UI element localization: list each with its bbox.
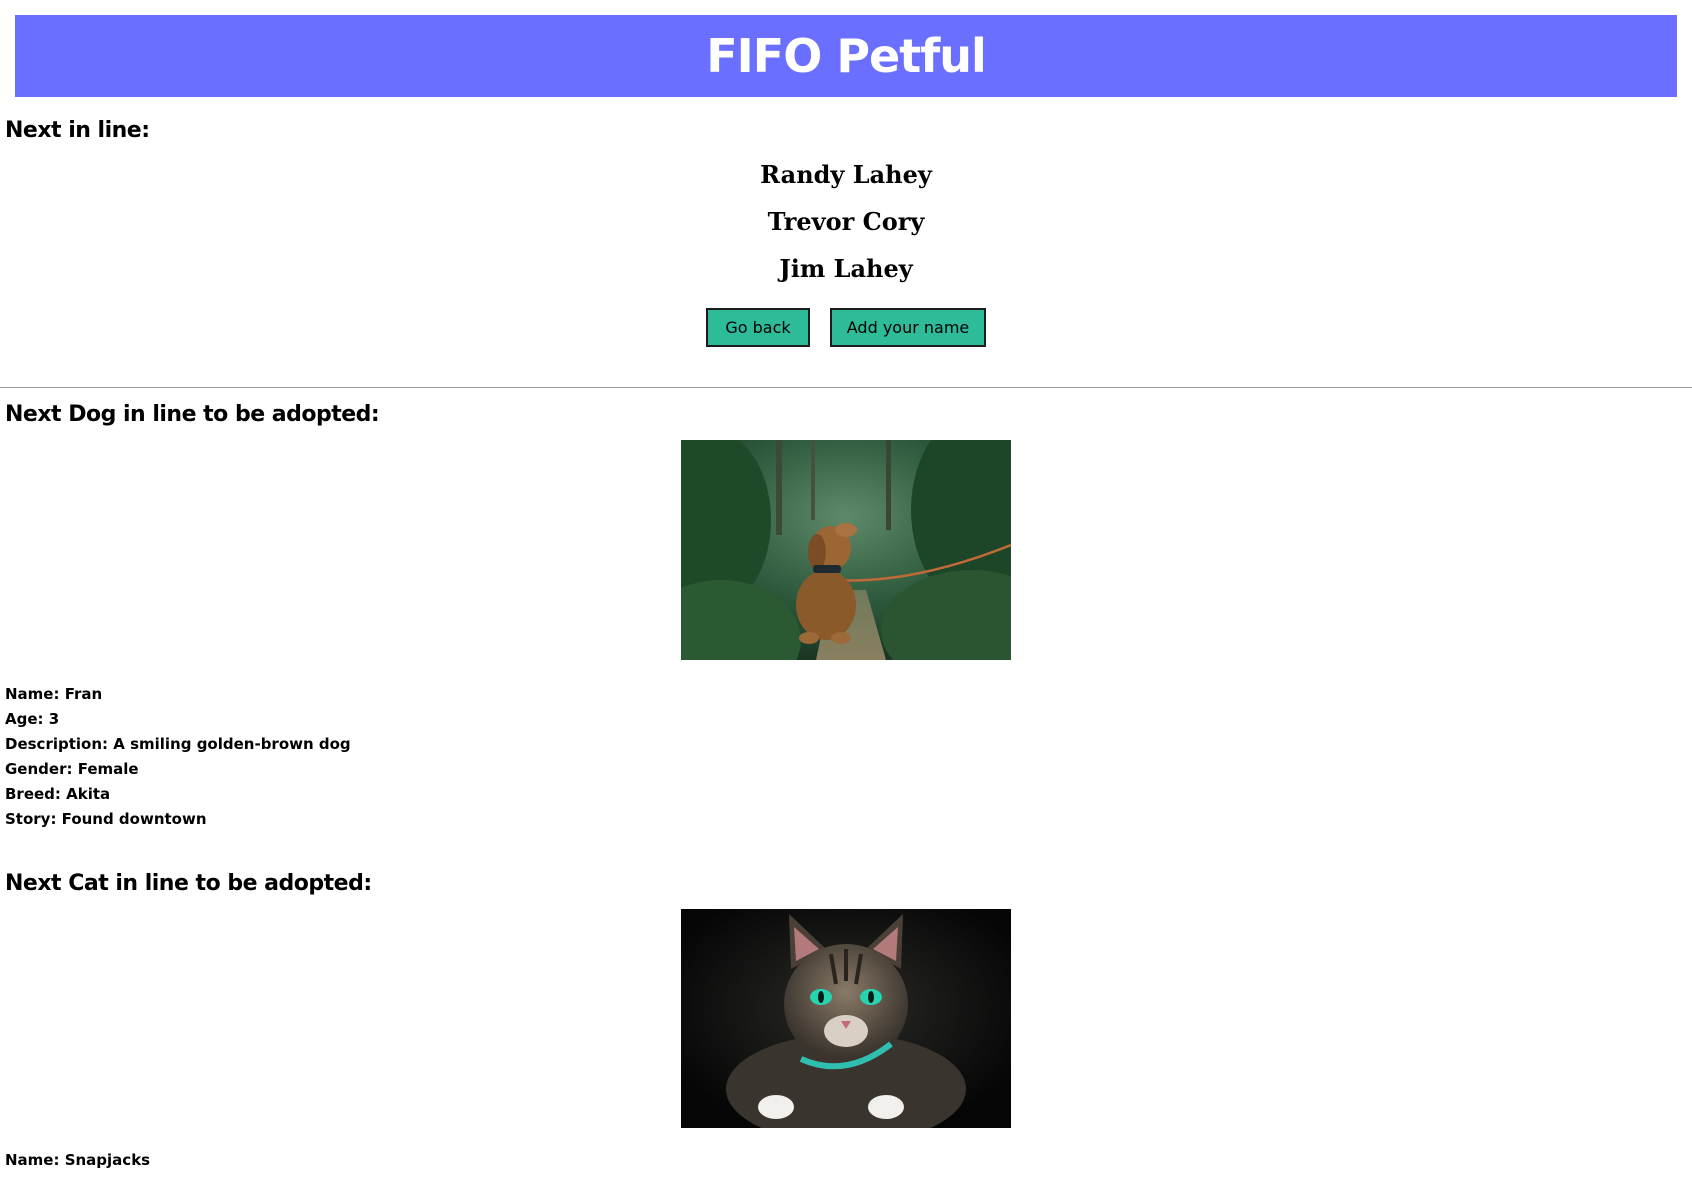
dog-photo xyxy=(681,440,1011,660)
cat-heading: Next Cat in line to be adopted: xyxy=(5,871,372,896)
page: FIFO Petful Next in line: Randy Lahey Tr… xyxy=(0,0,1692,1178)
cat-image xyxy=(681,909,1011,1128)
dog-image xyxy=(681,440,1011,660)
site-title: FIFO Petful xyxy=(706,29,987,83)
dog-breed: Breed: Akita xyxy=(5,785,111,803)
cat-details: Name: Snapjacks xyxy=(5,1148,150,1173)
site-banner: FIFO Petful xyxy=(15,15,1677,97)
queue-heading: Next in line: xyxy=(5,118,150,143)
dog-details: Name: Fran Age: 3 Description: A smiling… xyxy=(5,682,351,832)
cat-name: Name: Snapjacks xyxy=(5,1151,151,1169)
cat-photo xyxy=(681,909,1011,1128)
go-back-button[interactable]: Go back xyxy=(706,308,810,347)
dog-age: Age: 3 xyxy=(5,710,60,728)
section-divider xyxy=(0,387,1692,388)
dog-story: Story: Found downtown xyxy=(5,810,207,828)
dog-gender: Gender: Female xyxy=(5,760,139,778)
queue-person: Trevor Cory xyxy=(767,207,925,236)
dog-heading: Next Dog in line to be adopted: xyxy=(5,402,380,427)
queue-person: Randy Lahey xyxy=(760,160,932,189)
add-your-name-button[interactable]: Add your name xyxy=(830,308,986,347)
queue-person: Jim Lahey xyxy=(779,254,913,283)
dog-description: Description: A smiling golden-brown dog xyxy=(5,735,351,753)
dog-name: Name: Fran xyxy=(5,685,103,703)
